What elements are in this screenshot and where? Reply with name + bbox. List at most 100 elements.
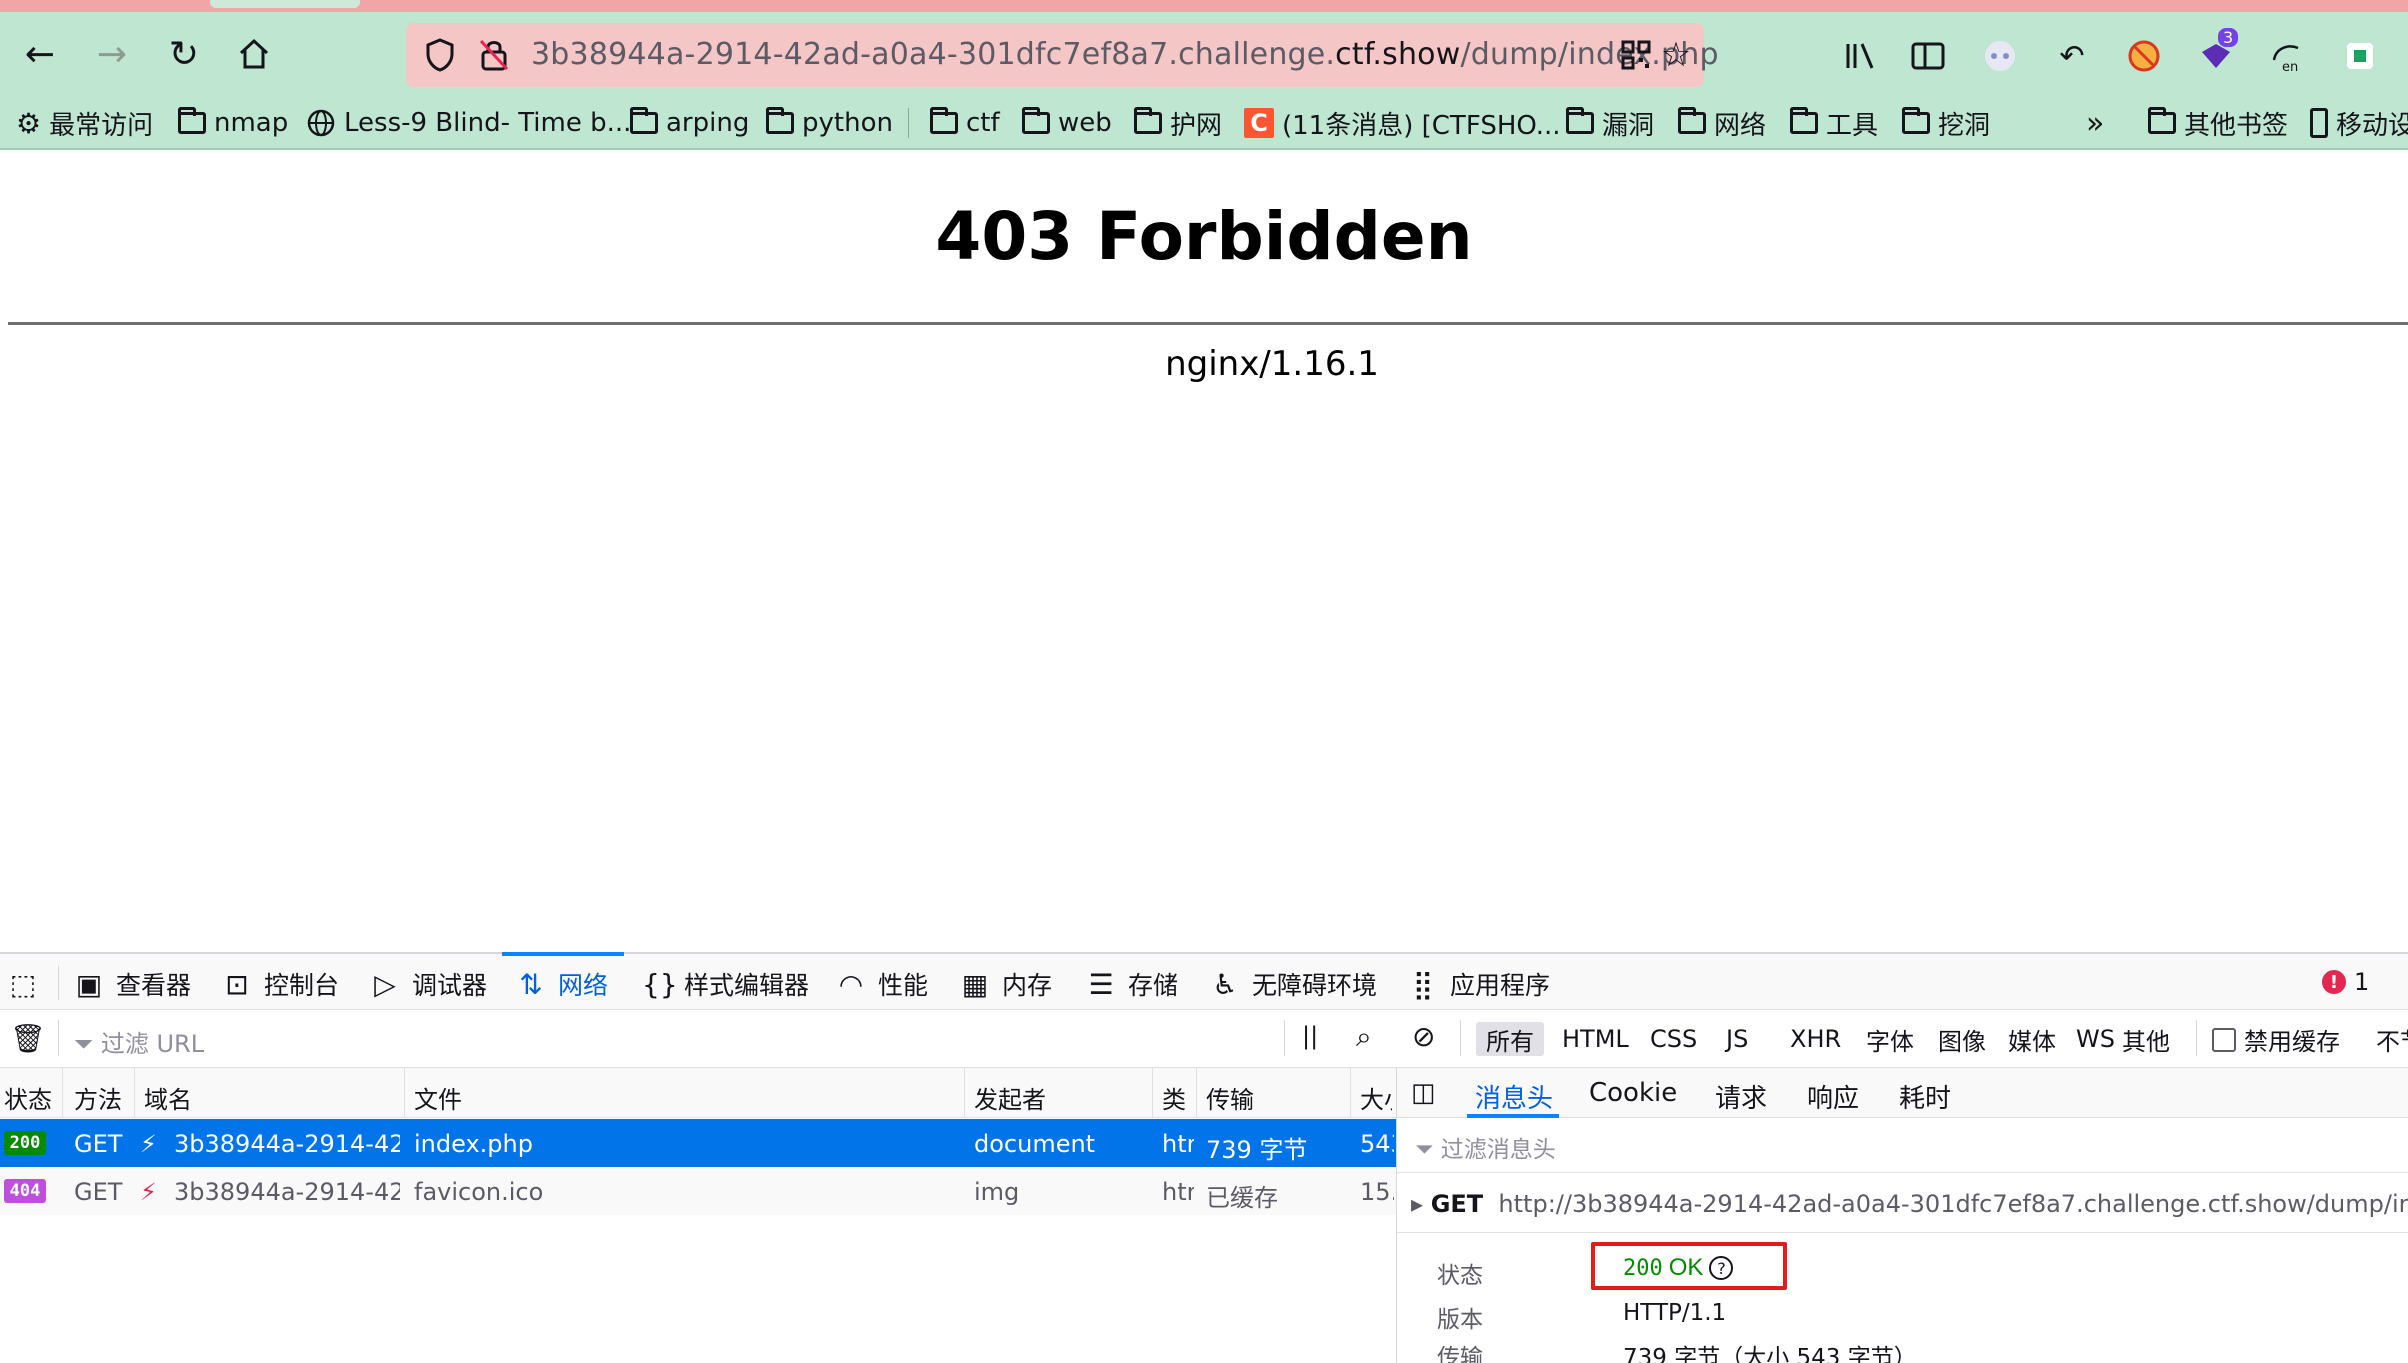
- bookmark-csdn[interactable]: C (11条消息) [CTFSHO...: [1244, 104, 1561, 142]
- reload-icon[interactable]: ↻: [162, 32, 206, 76]
- forward-arrow-icon[interactable]: →: [90, 32, 134, 76]
- column-divider[interactable]: [134, 1068, 135, 1118]
- bookmark-most-visited[interactable]: ⚙ 最常访问: [16, 104, 153, 142]
- bookmark-wadong[interactable]: 挖洞: [1902, 104, 1990, 142]
- column-divider[interactable]: [62, 1068, 63, 1118]
- grid-icon: ⣿: [1412, 967, 1434, 1001]
- filter-css[interactable]: CSS: [1640, 1022, 1707, 1056]
- column-divider[interactable]: [1196, 1068, 1197, 1118]
- filter-all[interactable]: 所有: [1476, 1022, 1544, 1056]
- block-icon[interactable]: ⊘: [1412, 1020, 1435, 1053]
- request-row[interactable]: 200 GET ⚡ 3b38944a-2914-42... index.php …: [0, 1119, 1396, 1167]
- filter-other[interactable]: 其他: [2112, 1022, 2180, 1056]
- tab-label: 性能: [878, 971, 929, 1000]
- column-transferred[interactable]: 传输: [1206, 1080, 1336, 1115]
- address-bar[interactable]: 3b38944a-2914-42ad-a0a4-301dfc7ef8a7.cha…: [406, 23, 1719, 87]
- bookmark-mobile[interactable]: 移动设: [2310, 104, 2408, 142]
- column-divider[interactable]: [404, 1068, 405, 1118]
- home-icon[interactable]: [232, 32, 276, 76]
- bookmark-loudong[interactable]: 漏洞: [1566, 104, 1654, 142]
- column-status[interactable]: 状态: [4, 1080, 58, 1115]
- insecure-lock-icon[interactable]: [474, 35, 514, 75]
- console-icon: ⊡: [225, 967, 249, 1001]
- url-text[interactable]: 3b38944a-2914-42ad-a0a4-301dfc7ef8a7.cha…: [531, 37, 1719, 72]
- column-divider[interactable]: [964, 1068, 965, 1118]
- tab-inspector[interactable]: ▣ 查看器: [74, 964, 191, 1004]
- column-domain[interactable]: 域名: [144, 1080, 394, 1115]
- bookmark-star-icon[interactable]: ☆: [1656, 35, 1696, 75]
- column-size[interactable]: 大小: [1360, 1080, 1392, 1115]
- tab-application[interactable]: ⣿ 应用程序: [1408, 964, 1550, 1004]
- filter-xhr[interactable]: XHR: [1780, 1022, 1851, 1056]
- bookmark-gongju[interactable]: 工具: [1790, 104, 1878, 142]
- back-arrow-icon[interactable]: ←: [18, 32, 62, 76]
- avatar-extension-icon[interactable]: [1980, 36, 2020, 76]
- column-divider[interactable]: [1152, 1068, 1153, 1118]
- shield-icon[interactable]: [420, 35, 460, 75]
- active-tab[interactable]: [210, 0, 360, 8]
- filter-html[interactable]: HTML: [1552, 1022, 1639, 1056]
- tab-network[interactable]: ⇅ 网络: [516, 964, 608, 1004]
- sidebar-icon[interactable]: [1908, 36, 1948, 76]
- bookmark-huwang[interactable]: 护网: [1134, 104, 1222, 142]
- library-icon[interactable]: [1840, 36, 1880, 76]
- blocker-extension-icon[interactable]: [2124, 36, 2164, 76]
- disable-cache-checkbox[interactable]: 禁用缓存: [2212, 1022, 2340, 1057]
- bookmark-wangluo[interactable]: 网络: [1678, 104, 1766, 142]
- tab-debugger[interactable]: ▷ 调试器: [370, 964, 487, 1004]
- pause-icon[interactable]: ||: [1302, 1022, 1318, 1050]
- tab-cookies[interactable]: Cookie: [1589, 1078, 1677, 1108]
- filter-fonts[interactable]: 字体: [1856, 1022, 1924, 1056]
- request-row[interactable]: 404 GET ⚡ 3b38944a-2914-42... favicon.ic…: [0, 1167, 1396, 1215]
- url-domain: ctf.show: [1335, 37, 1461, 72]
- bookmark-ctf[interactable]: ctf: [930, 104, 1000, 142]
- tab-request[interactable]: 请求: [1715, 1078, 1767, 1115]
- translate-icon[interactable]: en: [2268, 36, 2308, 76]
- more-bookmarks-chevron-icon[interactable]: »: [2086, 104, 2104, 142]
- filter-js[interactable]: JS: [1716, 1022, 1758, 1056]
- filter-images[interactable]: 图像: [1928, 1022, 1996, 1056]
- error-count-badge[interactable]: ! 1: [2322, 968, 2369, 996]
- bookmark-web[interactable]: web: [1022, 104, 1112, 142]
- filter-media[interactable]: 媒体: [1998, 1022, 2066, 1056]
- column-divider[interactable]: [1350, 1068, 1351, 1118]
- tab-memory[interactable]: ▦ 内存: [960, 964, 1052, 1004]
- extension-badge-icon[interactable]: 3: [2196, 28, 2239, 76]
- trash-icon[interactable]: 🗑: [10, 1022, 46, 1055]
- bookmark-nmap[interactable]: nmap: [178, 104, 288, 142]
- column-file[interactable]: 文件: [414, 1080, 954, 1115]
- page-title: 403 Forbidden: [935, 198, 1473, 275]
- bookmark-less-9[interactable]: Less-9 Blind- Time b...: [306, 104, 631, 142]
- url-host-prefix: 3b38944a-2914-42ad-a0a4-301dfc7ef8a7.cha…: [531, 37, 1336, 72]
- column-initiator[interactable]: 发起者: [974, 1080, 1144, 1115]
- tab-console[interactable]: ⊡ 控制台: [222, 964, 339, 1004]
- tab-performance[interactable]: ◠ 性能: [836, 964, 928, 1004]
- column-type[interactable]: 类: [1162, 1080, 1188, 1115]
- column-method[interactable]: 方法: [74, 1080, 134, 1115]
- tab-style-editor[interactable]: {} 样式编辑器: [642, 964, 809, 1004]
- bookmark-other[interactable]: 其他书签: [2148, 104, 2288, 142]
- bookmark-arping[interactable]: arping: [630, 104, 749, 142]
- search-icon[interactable]: ⌕: [1356, 1020, 1372, 1054]
- qr-code-icon[interactable]: [1616, 35, 1656, 75]
- request-summary[interactable]: ▸ GET http://3b38944a-2914-42ad-a0a4-301…: [1411, 1190, 2408, 1218]
- green-extension-icon[interactable]: [2340, 36, 2380, 76]
- filter-headers-input[interactable]: ⏷ 过滤消息头: [1415, 1130, 1556, 1164]
- toggle-panel-icon[interactable]: ◫: [1411, 1078, 1436, 1108]
- help-question-icon[interactable]: ?: [1709, 1256, 1734, 1280]
- tab-label: 控制台: [264, 971, 340, 1000]
- tab-accessibility[interactable]: ♿ 无障碍环境: [1210, 964, 1377, 1004]
- tab-response[interactable]: 响应: [1807, 1078, 1859, 1115]
- element-picker-icon[interactable]: ⬚: [8, 964, 38, 1004]
- request-details-panel: ◫ 消息头 Cookie 请求 响应 耗时 ⏷ 过滤消息头 ▸ GET http…: [1396, 1068, 2408, 1363]
- bookmark-python[interactable]: python: [766, 104, 893, 142]
- tab-timings[interactable]: 耗时: [1899, 1078, 1951, 1115]
- tab-headers[interactable]: 消息头: [1475, 1078, 1553, 1115]
- tab-storage[interactable]: ☰ 存储: [1086, 964, 1178, 1004]
- filter-url-input[interactable]: ⏷ 过滤 URL: [74, 1024, 204, 1059]
- accessibility-icon: ♿: [1212, 967, 1238, 1001]
- undo-icon[interactable]: ↶: [2052, 36, 2092, 76]
- throttle-select[interactable]: 不节: [2376, 1022, 2408, 1057]
- bookmark-label: ctf: [966, 108, 1000, 138]
- request-size: 543: [1360, 1130, 1394, 1158]
